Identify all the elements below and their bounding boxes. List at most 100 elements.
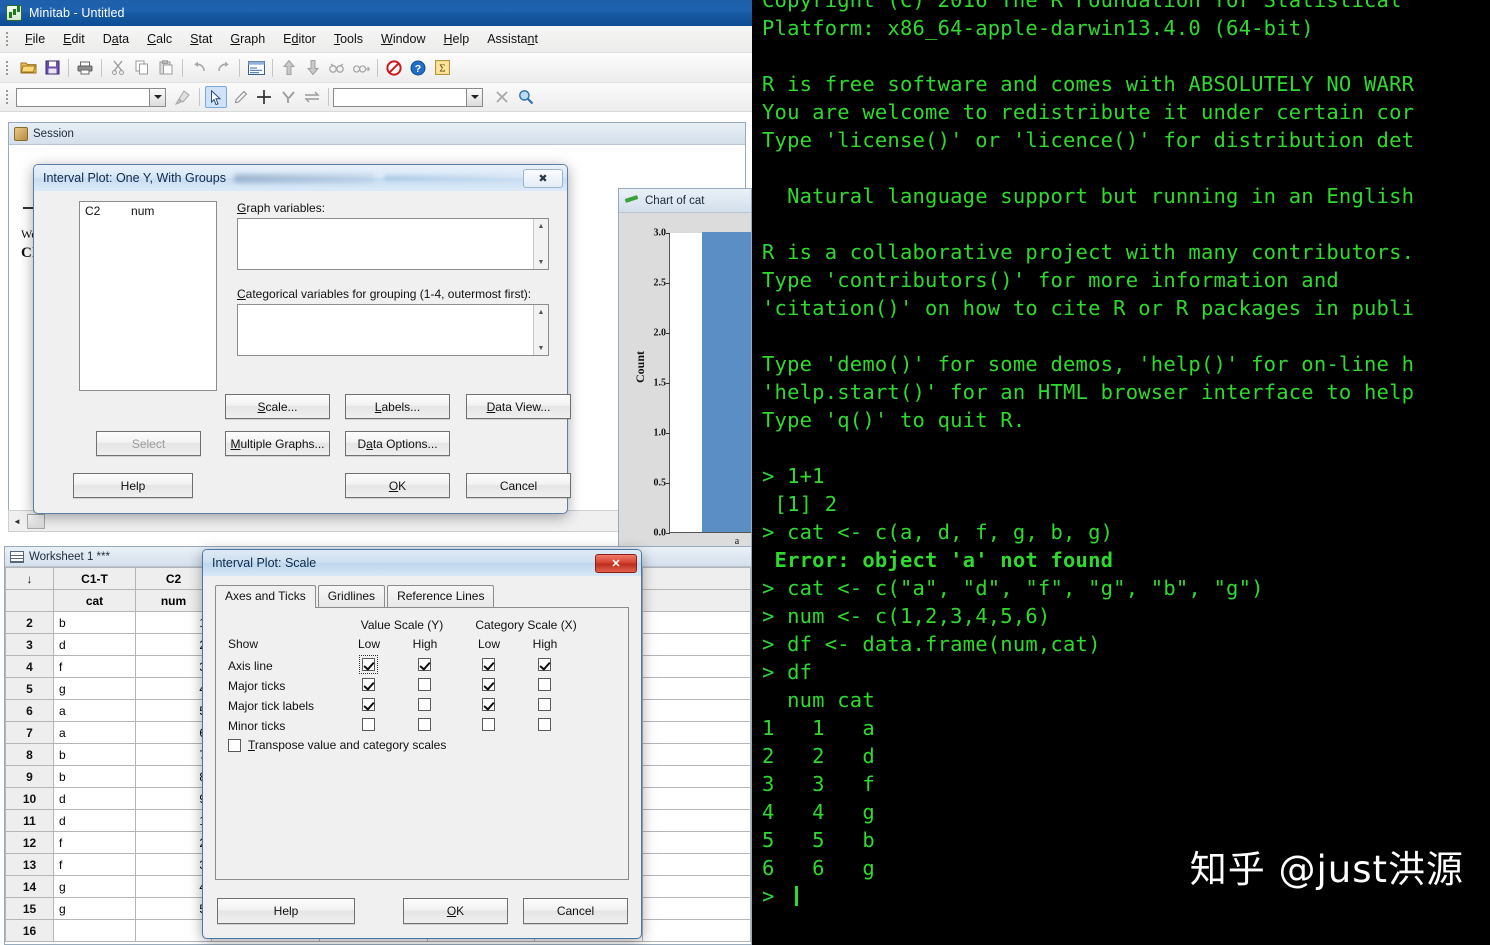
worksheet-cell-cat[interactable]: b: [53, 611, 136, 634]
variables-listbox[interactable]: C2 num: [79, 201, 217, 391]
menu-grip-handle[interactable]: [3, 30, 12, 48]
transpose-checkbox[interactable]: [228, 738, 241, 752]
scroll-down-icon[interactable]: ▼: [534, 341, 548, 355]
graph-variable-combo[interactable]: [333, 87, 483, 107]
worksheet-row-number[interactable]: 13: [5, 853, 54, 876]
tab-gridlines[interactable]: Gridlines: [317, 585, 386, 607]
worksheet-row-number[interactable]: 11: [5, 809, 54, 832]
cancel-icon[interactable]: [383, 57, 405, 79]
worksheet-col-name-cat[interactable]: cat: [53, 589, 136, 612]
menu-assistant[interactable]: Assistant: [478, 29, 547, 49]
menu-calc[interactable]: Calc: [138, 29, 181, 49]
worksheet-row-number[interactable]: 10: [5, 787, 54, 810]
menu-graph[interactable]: Graph: [221, 29, 274, 49]
chart-window[interactable]: Chart of cat Count 3.0 2.5 2.0 1.5 1.0 0…: [618, 188, 752, 568]
crosshair-icon[interactable]: [253, 86, 275, 108]
worksheet-col-id-c2[interactable]: C2: [135, 567, 212, 590]
worksheet-row-number[interactable]: 6: [5, 699, 54, 722]
toolbar2-grip-handle[interactable]: [3, 88, 12, 106]
close-icon[interactable]: ✖: [523, 168, 563, 188]
worksheet-cell-cat[interactable]: d: [53, 809, 136, 832]
ok-button[interactable]: OK: [345, 473, 450, 498]
scroll-up-icon[interactable]: ▲: [534, 305, 548, 319]
worksheet-cell-empty[interactable]: [642, 655, 751, 678]
scale-checkbox-r0-c2[interactable]: [482, 658, 495, 671]
multiple-graphs-button[interactable]: Multiple Graphs...: [225, 431, 330, 456]
data-view-button[interactable]: Data View...: [466, 394, 571, 419]
worksheet-row-number[interactable]: 12: [5, 831, 54, 854]
scale-checkbox-r1-c3[interactable]: [538, 678, 551, 691]
scale-checkbox-r2-c3[interactable]: [538, 698, 551, 711]
scale-checkbox-r0-c3[interactable]: [538, 658, 551, 671]
chevron-down-icon[interactable]: [149, 88, 165, 106]
worksheet-cell-cat[interactable]: g: [53, 897, 136, 920]
categorical-variables-scrollbar[interactable]: ▲ ▼: [533, 305, 548, 355]
menu-data[interactable]: Data: [94, 29, 138, 49]
worksheet-cell-empty[interactable]: [642, 919, 751, 942]
worksheet-cell-empty[interactable]: [642, 787, 751, 810]
close-icon[interactable]: ✕: [595, 553, 637, 573]
worksheet-row-number[interactable]: 8: [5, 743, 54, 766]
worksheet-cell-num[interactable]: [135, 919, 212, 942]
worksheet-row-number[interactable]: 16: [5, 919, 54, 942]
save-icon[interactable]: [41, 57, 63, 79]
scale-checkbox-r2-c1[interactable]: [418, 698, 431, 711]
worksheet-cell-num[interactable]: 2: [135, 633, 212, 656]
worksheet-row-number[interactable]: 15: [5, 897, 54, 920]
menu-editor[interactable]: Editor: [274, 29, 325, 49]
graph-annotation-combo[interactable]: [16, 87, 166, 107]
worksheet-cell-cat[interactable]: d: [53, 787, 136, 810]
scroll-left-icon[interactable]: ◄: [9, 513, 25, 529]
labels-button[interactable]: Labels...: [345, 394, 450, 419]
worksheet-row-number[interactable]: 4: [5, 655, 54, 678]
worksheet-cell-cat[interactable]: d: [53, 633, 136, 656]
worksheet-cell-empty[interactable]: [642, 831, 751, 854]
worksheet-row-number[interactable]: 3: [5, 633, 54, 656]
worksheet-row-number[interactable]: 14: [5, 875, 54, 898]
worksheet-cell-num[interactable]: 1: [135, 809, 212, 832]
worksheet-cell-empty[interactable]: [642, 721, 751, 744]
worksheet-col-name-num[interactable]: num: [135, 589, 212, 612]
scale-checkbox-r2-c0[interactable]: [362, 698, 375, 711]
scroll-up-icon[interactable]: ▲: [534, 219, 548, 233]
worksheet-cell-empty[interactable]: [642, 611, 751, 634]
worksheet-cell-empty[interactable]: [642, 875, 751, 898]
scale-cancel-button[interactable]: Cancel: [523, 898, 628, 924]
scale-checkbox-r3-c3[interactable]: [538, 718, 551, 731]
worksheet-cell-num[interactable]: 5: [135, 897, 212, 920]
toolbar-grip-handle[interactable]: [3, 59, 12, 77]
worksheet-cell-empty[interactable]: [642, 743, 751, 766]
worksheet-cell-num[interactable]: 4: [135, 677, 212, 700]
cancel-button[interactable]: Cancel: [466, 473, 571, 498]
worksheet-row-number[interactable]: 7: [5, 721, 54, 744]
worksheet-cell-num[interactable]: 3: [135, 853, 212, 876]
scale-checkbox-r1-c1[interactable]: [418, 678, 431, 691]
worksheet-cell-num[interactable]: 9: [135, 787, 212, 810]
tab-reference-lines[interactable]: Reference Lines: [387, 585, 495, 607]
worksheet-cell-cat[interactable]: a: [53, 721, 136, 744]
graph-variables-scrollbar[interactable]: ▲ ▼: [533, 219, 548, 269]
worksheet-cell-num[interactable]: 6: [135, 721, 212, 744]
worksheet-cell-cat[interactable]: f: [53, 831, 136, 854]
menu-window[interactable]: Window: [372, 29, 434, 49]
worksheet-cell-empty[interactable]: [642, 677, 751, 700]
menu-file[interactable]: File: [16, 29, 54, 49]
open-icon[interactable]: [17, 57, 39, 79]
menu-tools[interactable]: Tools: [325, 29, 372, 49]
scale-checkbox-r3-c1[interactable]: [418, 718, 431, 731]
pointer-icon[interactable]: [205, 86, 227, 108]
worksheet-cell-empty[interactable]: [642, 699, 751, 722]
worksheet-cell-cat[interactable]: b: [53, 743, 136, 766]
worksheet-col-name-blank-5[interactable]: [642, 589, 751, 612]
data-options-button[interactable]: Data Options...: [345, 431, 450, 456]
worksheet-cell-num[interactable]: 8: [135, 765, 212, 788]
scale-checkbox-r1-c2[interactable]: [482, 678, 495, 691]
variable-item-c2[interactable]: C2 num: [80, 202, 216, 220]
scale-help-button[interactable]: Help: [217, 898, 355, 924]
worksheet-cell-num[interactable]: 3: [135, 655, 212, 678]
help-button[interactable]: Help: [73, 473, 193, 498]
worksheet-cell-cat[interactable]: g: [53, 677, 136, 700]
worksheet-cell-empty[interactable]: [642, 897, 751, 920]
menu-help[interactable]: Help: [435, 29, 479, 49]
worksheet-row-direction-icon[interactable]: ↓: [5, 567, 54, 590]
